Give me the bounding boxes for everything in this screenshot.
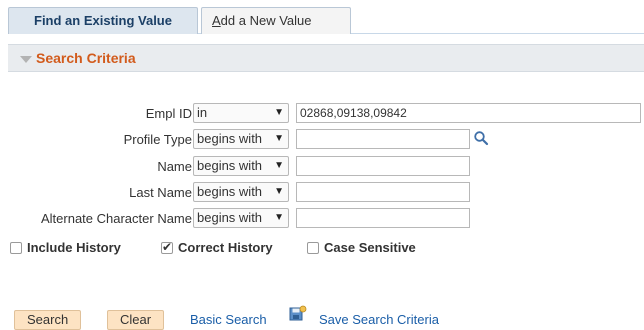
lookup-search-icon[interactable] [473, 130, 489, 146]
search-button[interactable]: Search [14, 310, 82, 330]
clear-button[interactable]: Clear [107, 310, 165, 330]
alternate-character-name-operator-value: begins with [197, 210, 263, 225]
chevron-down-icon: ▼ [274, 186, 284, 197]
empl-id-value: 02868,09138,09842 [300, 106, 407, 120]
page-tabs: Find an Existing Value Add a New Value [8, 4, 644, 34]
chevron-down-icon: ▼ [274, 212, 284, 223]
include-history-checkbox[interactable]: Include History [10, 240, 121, 255]
collapse-triangle-icon [20, 56, 32, 63]
tab-find-existing-label: Find an Existing Value [34, 13, 172, 28]
profile-type-operator-value: begins with [197, 131, 263, 146]
tab-add-label-rest: dd a New Value [220, 13, 312, 28]
profile-type-operator-select[interactable]: begins with ▼ [193, 129, 289, 149]
name-operator-select[interactable]: begins with ▼ [193, 156, 289, 176]
case-sensitive-checkbox[interactable]: Case Sensitive [307, 240, 416, 255]
field-row-last-name: Last Name begins with ▼ [0, 182, 644, 204]
empl-id-input[interactable]: 02868,09138,09842 [296, 103, 641, 123]
name-input[interactable] [296, 156, 470, 176]
profile-type-label: Profile Type [123, 132, 192, 147]
tab-find-existing-value[interactable]: Find an Existing Value [8, 7, 198, 34]
field-row-empl-id: Empl ID in ▼ 02868,09138,09842 [0, 103, 644, 125]
correct-history-label: Correct History [178, 240, 273, 255]
case-sensitive-box[interactable] [307, 241, 319, 254]
empl-id-operator-value: in [197, 105, 208, 120]
name-operator-value: begins with [197, 158, 263, 173]
search-criteria-header[interactable]: Search Criteria [8, 44, 644, 72]
field-row-profile-type: Profile Type begins with ▼ [0, 129, 644, 151]
search-criteria-title: Search Criteria [36, 50, 136, 66]
empl-id-operator-select[interactable]: in ▼ [193, 103, 289, 123]
last-name-label: Last Name [129, 185, 192, 200]
search-options: Include History Correct History Case Sen… [10, 240, 644, 258]
save-search-icon[interactable] [289, 305, 307, 323]
empl-id-label: Empl ID [145, 106, 192, 121]
chevron-down-icon: ▼ [274, 107, 284, 118]
last-name-operator-value: begins with [197, 184, 263, 199]
include-history-box[interactable] [10, 241, 22, 254]
name-label: Name [157, 159, 192, 174]
case-sensitive-label: Case Sensitive [324, 240, 416, 255]
tab-add-accel-letter: A [212, 13, 221, 28]
correct-history-checkbox[interactable]: Correct History [161, 240, 273, 255]
last-name-operator-select[interactable]: begins with ▼ [193, 182, 289, 202]
last-name-input[interactable] [296, 182, 470, 202]
chevron-down-icon: ▼ [274, 133, 284, 144]
save-search-criteria-link[interactable]: Save Search Criteria [319, 312, 439, 327]
field-row-name: Name begins with ▼ [0, 156, 644, 178]
alternate-character-name-label: Alternate Character Name [40, 211, 192, 226]
field-row-alternate-character-name: Alternate Character Name begins with ▼ [0, 208, 644, 230]
include-history-label: Include History [27, 240, 121, 255]
alternate-character-name-input[interactable] [296, 208, 470, 228]
tab-add-new-value[interactable]: Add a New Value [201, 7, 351, 34]
basic-search-link[interactable]: Basic Search [190, 312, 267, 327]
profile-type-input[interactable] [296, 129, 470, 149]
correct-history-box[interactable] [161, 240, 173, 254]
chevron-down-icon: ▼ [274, 160, 284, 171]
alternate-character-name-operator-select[interactable]: begins with ▼ [193, 208, 289, 228]
